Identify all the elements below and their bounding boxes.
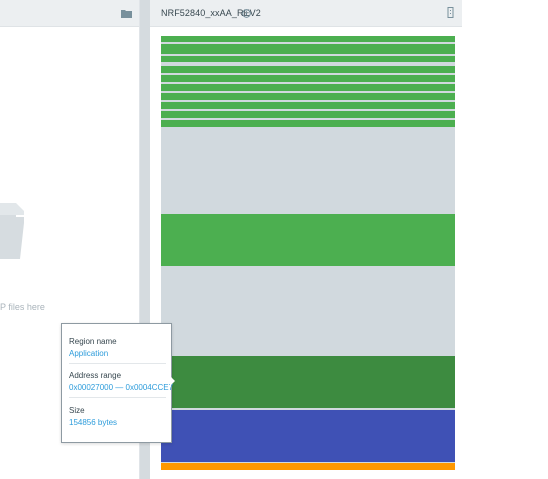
memory-region-application[interactable] bbox=[161, 356, 455, 408]
memory-region[interactable] bbox=[161, 56, 455, 62]
memory-region[interactable] bbox=[161, 410, 455, 462]
info-icon[interactable] bbox=[242, 9, 251, 18]
memory-region[interactable] bbox=[161, 84, 455, 91]
address-range-label: Address range bbox=[69, 371, 122, 380]
memory-region[interactable] bbox=[161, 214, 455, 266]
memory-region[interactable] bbox=[161, 36, 455, 42]
region-name-label: Region name bbox=[69, 337, 117, 346]
region-tooltip: Region name Application Address range 0x… bbox=[61, 323, 174, 443]
file-drop-hint: P files here bbox=[0, 302, 45, 312]
vertical-menu-icon[interactable] bbox=[447, 7, 454, 18]
size-value: 154856 bytes bbox=[69, 418, 118, 427]
folder-icon[interactable] bbox=[121, 9, 132, 18]
memory-region[interactable] bbox=[161, 93, 455, 100]
app-root: P files here NRF52840_xxAA_REV2 Region n… bbox=[0, 0, 548, 479]
memory-region[interactable] bbox=[161, 75, 455, 82]
memory-region[interactable] bbox=[161, 66, 455, 73]
memory-region[interactable] bbox=[161, 463, 455, 470]
tooltip-address-range: Address range 0x00027000 — 0x0004CCE7 bbox=[69, 371, 174, 393]
size-label: Size bbox=[69, 406, 85, 415]
file-drop-icon bbox=[0, 203, 24, 259]
memory-region[interactable] bbox=[161, 102, 455, 109]
tooltip-region-name: Region name Application bbox=[69, 337, 166, 359]
file-panel-header bbox=[0, 0, 139, 27]
device-panel-header: NRF52840_xxAA_REV2 bbox=[150, 0, 462, 27]
tooltip-arrow bbox=[170, 376, 175, 386]
memory-map bbox=[161, 36, 455, 470]
device-panel: NRF52840_xxAA_REV2 bbox=[150, 0, 462, 479]
address-range-value: 0x00027000 — 0x0004CCE7 bbox=[69, 383, 174, 392]
tooltip-size: Size 154856 bytes bbox=[69, 406, 166, 428]
region-name-value: Application bbox=[69, 349, 109, 358]
tooltip-separator bbox=[69, 363, 166, 364]
tooltip-separator bbox=[69, 397, 166, 398]
memory-region[interactable] bbox=[161, 111, 455, 118]
memory-region[interactable] bbox=[161, 44, 455, 54]
memory-region[interactable] bbox=[161, 120, 455, 127]
